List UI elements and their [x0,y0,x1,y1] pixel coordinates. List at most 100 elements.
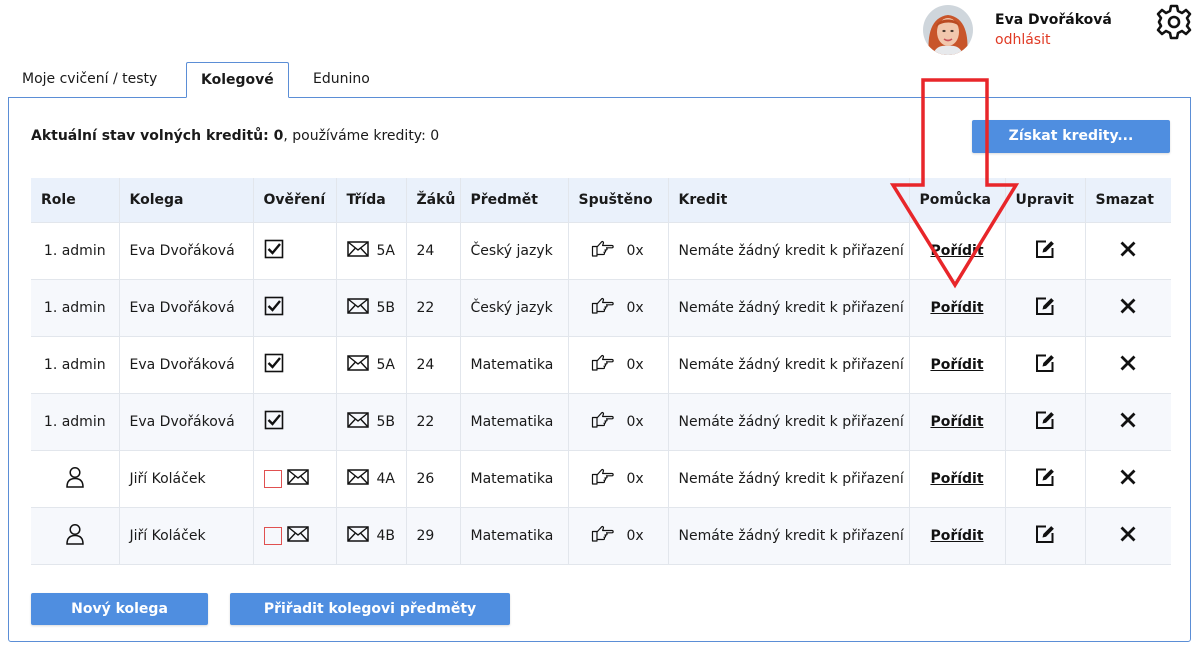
credit-status-bold: Aktuální stav volných kreditů: 0 [31,128,284,144]
class-label: 4B [376,527,396,544]
col-header-credit: Kredit [668,178,910,222]
started-count: 0x [626,242,644,259]
colleague-cell: Eva Dvořáková [119,221,254,279]
col-header-delete: Smazat [1085,178,1171,222]
checkbox-checked-icon[interactable] [264,296,284,320]
envelope-icon[interactable] [346,468,369,489]
role-cell [31,449,120,507]
started-cell: 0x [568,506,669,565]
edit-icon[interactable] [1034,466,1056,492]
col-header-colleague: Kolega [119,178,254,222]
subject-cell: Český jazyk [460,221,569,279]
avatar[interactable] [923,5,973,55]
checkbox-unchecked-icon[interactable] [263,526,282,545]
aid-cell: Pořídit [909,449,1006,507]
colleague-cell: Jiří Koláček [119,449,254,507]
col-header-pupils: Žáků [406,178,461,222]
pointing-hand-icon[interactable] [591,468,615,490]
pupils-cell: 22 [406,278,461,336]
verification-cell [253,506,337,565]
tab-edunino[interactable]: Edunino [299,62,384,98]
pointing-hand-icon[interactable] [591,297,615,319]
pupils-cell: 29 [406,506,461,565]
started-cell: 0x [568,449,669,507]
table-body: 1. admin Eva Dvořáková 5A 24 Český jazyk… [31,221,1171,565]
col-header-subject: Předmět [460,178,569,222]
class-cell: 5A [336,221,407,279]
role-cell: 1. admin [31,278,120,336]
started-cell: 0x [568,278,669,336]
col-header-edit: Upravit [1005,178,1086,222]
delete-cell [1085,278,1171,336]
table-row: 1. admin Eva Dvořáková 5A 24 Matematika … [31,335,1171,393]
pupils-cell: 24 [406,221,461,279]
role-cell: 1. admin [31,221,120,279]
checkbox-unchecked-icon[interactable] [263,469,282,488]
checkbox-checked-icon[interactable] [264,410,284,434]
tab-colleagues[interactable]: Kolegové [186,62,289,98]
get-credits-button[interactable]: Získat kredity... [972,120,1170,153]
envelope-icon[interactable] [346,411,369,432]
acquire-aid-link[interactable]: Pořídit [930,357,983,373]
table-row: 1. admin Eva Dvořáková 5B 22 Matematika … [31,392,1171,450]
edit-icon[interactable] [1034,352,1056,378]
envelope-icon[interactable] [286,468,309,489]
col-header-verification: Ověření [253,178,337,222]
acquire-aid-link[interactable]: Pořídit [930,243,983,259]
edit-cell [1005,392,1086,450]
col-header-started: Spuštěno [568,178,669,222]
table-row: 1. admin Eva Dvořáková 5A 24 Český jazyk… [31,221,1171,279]
class-cell: 4A [336,449,407,507]
logout-link[interactable]: odhlásit [995,30,1112,50]
verification-cell [253,392,337,450]
close-icon[interactable] [1120,412,1136,432]
colleagues-panel: Aktuální stav volných kreditů: 0, použív… [8,97,1191,642]
checkbox-checked-icon[interactable] [264,353,284,377]
pointing-hand-icon[interactable] [591,354,615,376]
acquire-aid-link[interactable]: Pořídit [930,471,983,487]
colleague-cell: Eva Dvořáková [119,335,254,393]
user-name: Eva Dvořáková [995,12,1112,28]
close-icon[interactable] [1120,298,1136,318]
pointing-hand-icon[interactable] [591,525,615,547]
assign-subjects-button[interactable]: Přiřadit kolegovi předměty [230,593,510,625]
edit-icon[interactable] [1034,238,1056,264]
close-icon[interactable] [1120,469,1136,489]
gear-icon[interactable] [1156,4,1192,40]
envelope-icon[interactable] [346,297,369,318]
close-icon[interactable] [1120,526,1136,546]
col-header-class: Třída [336,178,407,222]
edit-cell [1005,335,1086,393]
table-row: Jiří Koláček 4A 26 Matematika 0x Nemáte … [31,449,1171,507]
verification-cell [253,335,337,393]
credit-cell: Nemáte žádný kredit k přiřazení [668,221,910,279]
edit-icon[interactable] [1034,409,1056,435]
envelope-icon[interactable] [346,525,369,546]
aid-cell: Pořídit [909,278,1006,336]
class-label: 5A [376,242,395,259]
user-icon [65,466,85,492]
pupils-cell: 22 [406,392,461,450]
acquire-aid-link[interactable]: Pořídit [930,300,983,316]
new-colleague-button[interactable]: Nový kolega [31,593,208,625]
started-count: 0x [626,356,644,373]
envelope-icon[interactable] [286,525,309,546]
pointing-hand-icon[interactable] [591,411,615,433]
close-icon[interactable] [1120,355,1136,375]
verification-cell [253,278,337,336]
pointing-hand-icon[interactable] [591,240,615,262]
aid-cell: Pořídit [909,392,1006,450]
acquire-aid-link[interactable]: Pořídit [930,414,983,430]
envelope-icon[interactable] [346,354,369,375]
edit-icon[interactable] [1034,523,1056,549]
started-count: 0x [626,527,644,544]
close-icon[interactable] [1120,241,1136,261]
subject-cell: Matematika [460,335,569,393]
acquire-aid-link[interactable]: Pořídit [930,528,983,544]
class-cell: 4B [336,506,407,565]
envelope-icon[interactable] [346,240,369,261]
checkbox-checked-icon[interactable] [264,239,284,263]
tab-my-exercises[interactable]: Moje cvičení / testy [8,62,171,98]
credit-cell: Nemáte žádný kredit k přiřazení [668,449,910,507]
edit-icon[interactable] [1034,295,1056,321]
